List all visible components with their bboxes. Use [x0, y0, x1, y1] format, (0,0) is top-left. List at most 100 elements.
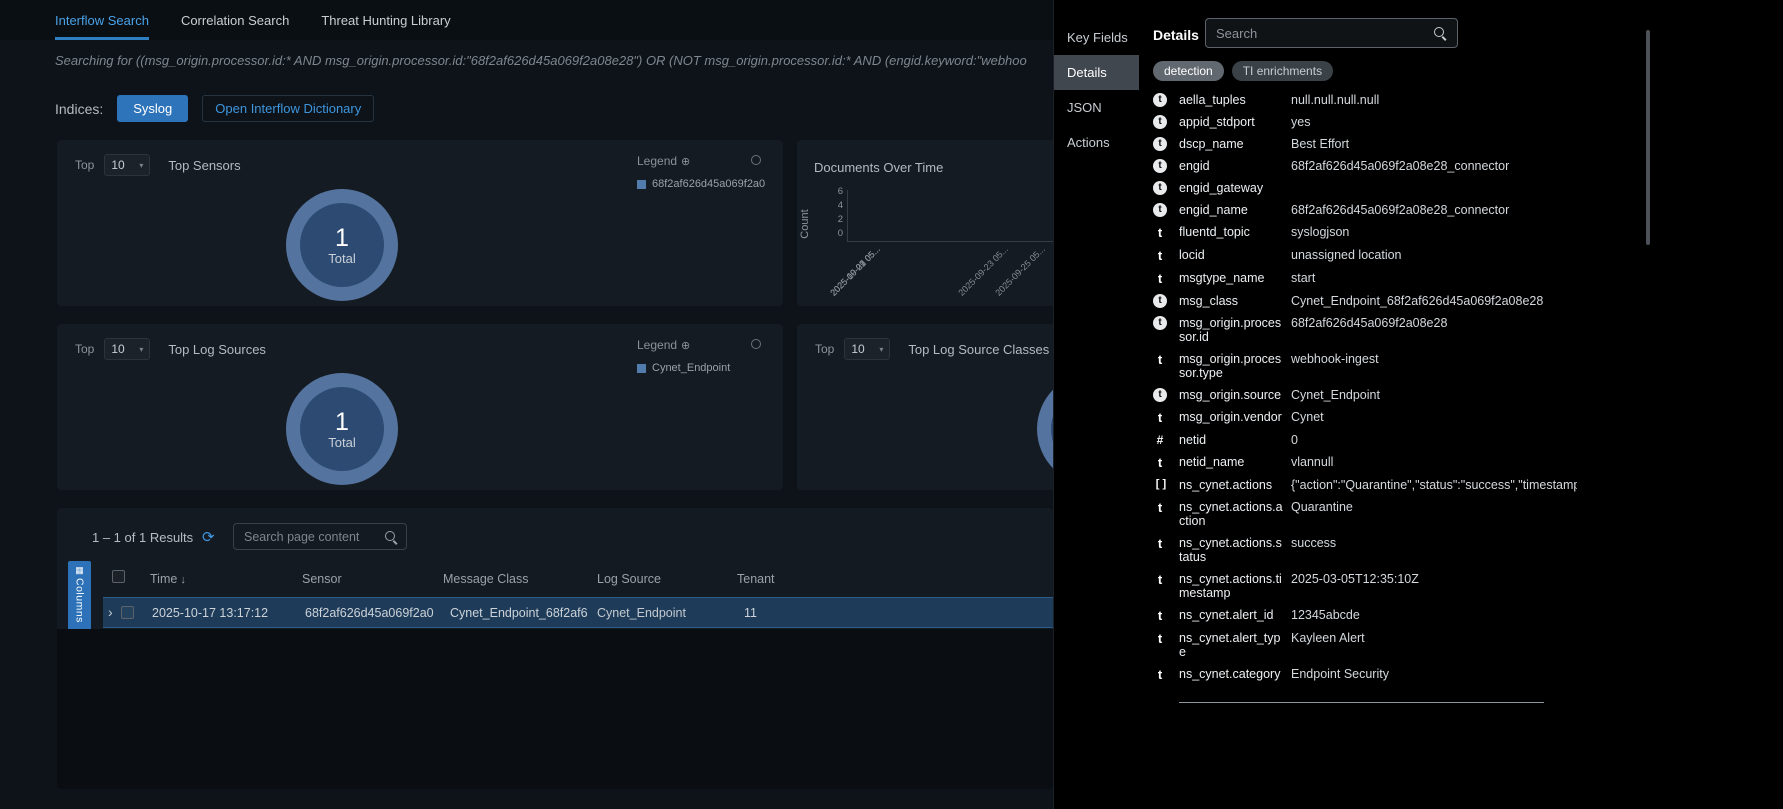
sidebar-item-details[interactable]: Details — [1054, 55, 1139, 90]
field-name[interactable]: ns_cynet.alert_type — [1179, 631, 1291, 659]
details-search-input[interactable] — [1206, 19, 1457, 47]
sidebar-item-json[interactable]: JSON — [1054, 90, 1139, 125]
text-type-icon: t — [1153, 271, 1167, 286]
sidebar-item-actions[interactable]: Actions — [1054, 125, 1139, 160]
top-label: Top — [75, 342, 94, 356]
field-value: Cynet_Endpoint — [1291, 388, 1577, 402]
legend-toggle[interactable]: Legend ⊕ — [637, 338, 690, 352]
field-name[interactable]: dscp_name — [1179, 137, 1291, 151]
field-value: success — [1291, 536, 1577, 550]
field-name[interactable]: msg_origin.processor.type — [1179, 352, 1291, 380]
field-name[interactable]: locid — [1179, 248, 1291, 262]
field-name[interactable]: aella_tuples — [1179, 93, 1291, 107]
top-count-select[interactable]: 10 ▾ — [104, 338, 150, 360]
legend-item-label: 68f2af626d45a069f2a0 — [652, 178, 765, 190]
details-scrollbar[interactable] — [1646, 30, 1650, 245]
field-name[interactable]: msgtype_name — [1179, 271, 1291, 285]
cell-tenant: 11 — [744, 606, 757, 620]
row-checkbox[interactable] — [121, 606, 134, 619]
field-row: taella_tuplesnull.null.null.null — [1153, 89, 1577, 111]
panel-radio-icon[interactable] — [751, 155, 761, 165]
tab-correlation-search[interactable]: Correlation Search — [181, 0, 289, 40]
top-log-source-classes-panel: Top 10 ▾ Top Log Source Classes — [797, 324, 1053, 490]
column-header-sensor[interactable]: Sensor — [302, 572, 342, 586]
field-name[interactable]: engid_gateway — [1179, 181, 1291, 195]
top-log-sources-donut-chart[interactable]: 1 Total — [286, 373, 398, 485]
field-name[interactable]: ns_cynet.actions — [1179, 478, 1291, 492]
column-header-log-source[interactable]: Log Source — [597, 572, 661, 586]
top-count-select[interactable]: 10 ▾ — [104, 154, 150, 176]
field-name[interactable]: ns_cynet.alert_id — [1179, 608, 1291, 622]
field-name[interactable]: ns_cynet.actions.status — [1179, 536, 1291, 564]
keyword-type-icon: t — [1153, 294, 1167, 308]
field-row: tns_cynet.alert_id12345abcde — [1153, 604, 1577, 627]
text-type-icon: t — [1153, 410, 1167, 425]
column-header-tenant[interactable]: Tenant — [737, 572, 775, 586]
tab-threat-hunting-library[interactable]: Threat Hunting Library — [321, 0, 450, 40]
field-value: Cynet — [1291, 410, 1577, 424]
field-row: tns_cynet.actions.statussuccess — [1153, 532, 1577, 568]
column-header-time[interactable]: Time↓ — [150, 572, 186, 586]
panel-title: Top Log Sources — [168, 342, 266, 357]
field-name[interactable]: appid_stdport — [1179, 115, 1291, 129]
cell-sensor: 68f2af626d45a069f2a0 — [305, 606, 440, 620]
tab-interflow-search[interactable]: Interflow Search — [55, 0, 149, 40]
search-summary: Searching for ((msg_origin.processor.id:… — [55, 53, 1051, 68]
legend-item[interactable]: 68f2af626d45a069f2a0 — [637, 178, 765, 190]
field-name[interactable]: msg_origin.processor.id — [1179, 316, 1291, 344]
search-icon — [385, 531, 398, 544]
field-value: start — [1291, 271, 1577, 285]
field-name[interactable]: ns_cynet.category — [1179, 667, 1291, 681]
field-value: 68f2af626d45a069f2a08e28 — [1291, 316, 1577, 330]
top-count-value: 10 — [851, 342, 864, 356]
y-axis-line — [847, 190, 848, 242]
field-name[interactable]: ns_cynet.actions.timestamp — [1179, 572, 1291, 600]
field-value: unassigned location — [1291, 248, 1577, 262]
field-row: tns_cynet.alert_typeKayleen Alert — [1153, 627, 1577, 663]
panel-radio-icon[interactable] — [751, 339, 761, 349]
select-all-checkbox[interactable] — [112, 570, 125, 583]
field-value: Endpoint Security — [1291, 667, 1577, 681]
columns-button[interactable]: ▦ Columns — [68, 561, 91, 634]
column-header-message-class[interactable]: Message Class — [443, 572, 528, 586]
open-interflow-dictionary-button[interactable]: Open Interflow Dictionary — [202, 95, 374, 122]
field-name[interactable]: fluentd_topic — [1179, 225, 1291, 239]
field-name[interactable]: msg_origin.source — [1179, 388, 1291, 402]
tag-ti-enrichments[interactable]: TI enrichments — [1232, 61, 1333, 81]
row-expander-icon[interactable]: › — [108, 604, 113, 620]
tag-detection[interactable]: detection — [1153, 61, 1224, 81]
field-name[interactable]: netid_name — [1179, 455, 1291, 469]
field-name[interactable]: msg_origin.vendor — [1179, 410, 1291, 424]
panel-title: Top Log Source Classes — [908, 342, 1049, 357]
keyword-type-icon: t — [1153, 159, 1167, 173]
field-row: tns_cynet.actions.timestamp2025-03-05T12… — [1153, 568, 1577, 604]
table-row[interactable]: › 2025-10-17 13:17:12 68f2af626d45a069f2… — [103, 597, 1053, 628]
panel-title: Top Sensors — [168, 158, 240, 173]
page-search-box — [233, 523, 407, 550]
page-search-input[interactable] — [234, 524, 406, 549]
top-sensors-donut-chart[interactable]: 1 Total — [286, 189, 398, 301]
field-name[interactable]: msg_class — [1179, 294, 1291, 308]
legend-label: Legend — [637, 338, 677, 352]
field-row: tdscp_nameBest Effort — [1153, 133, 1577, 155]
refresh-icon[interactable]: ⟳ — [202, 528, 215, 546]
list-bottom-divider — [1179, 702, 1544, 703]
array-type-icon: [ ] — [1153, 478, 1169, 490]
field-list: taella_tuplesnull.null.null.nullt appid_s… — [1153, 89, 1577, 686]
syslog-button[interactable]: Syslog — [117, 95, 188, 122]
grid-icon: ▦ — [75, 565, 84, 575]
top-log-source-classes-donut-chart[interactable] — [1037, 373, 1053, 485]
documents-over-time-panel: Documents Over Time Count 6 4 2 0 2025-0… — [797, 140, 1053, 306]
text-type-icon: t — [1153, 225, 1167, 240]
field-name[interactable]: netid — [1179, 433, 1291, 447]
sidebar-item-key-fields[interactable]: Key Fields — [1054, 20, 1139, 55]
top-count-select[interactable]: 10 ▾ — [844, 338, 890, 360]
field-name[interactable]: engid — [1179, 159, 1291, 173]
app-screen: Interflow Search Correlation Search Thre… — [0, 0, 1783, 809]
keyword-type-icon: t — [1153, 137, 1167, 151]
legend-item[interactable]: Cynet_Endpoint — [637, 362, 730, 374]
legend-toggle[interactable]: Legend ⊕ — [637, 154, 690, 168]
field-name[interactable]: ns_cynet.actions.action — [1179, 500, 1291, 528]
field-name[interactable]: engid_name — [1179, 203, 1291, 217]
donut-center: 1 Total — [300, 387, 384, 471]
